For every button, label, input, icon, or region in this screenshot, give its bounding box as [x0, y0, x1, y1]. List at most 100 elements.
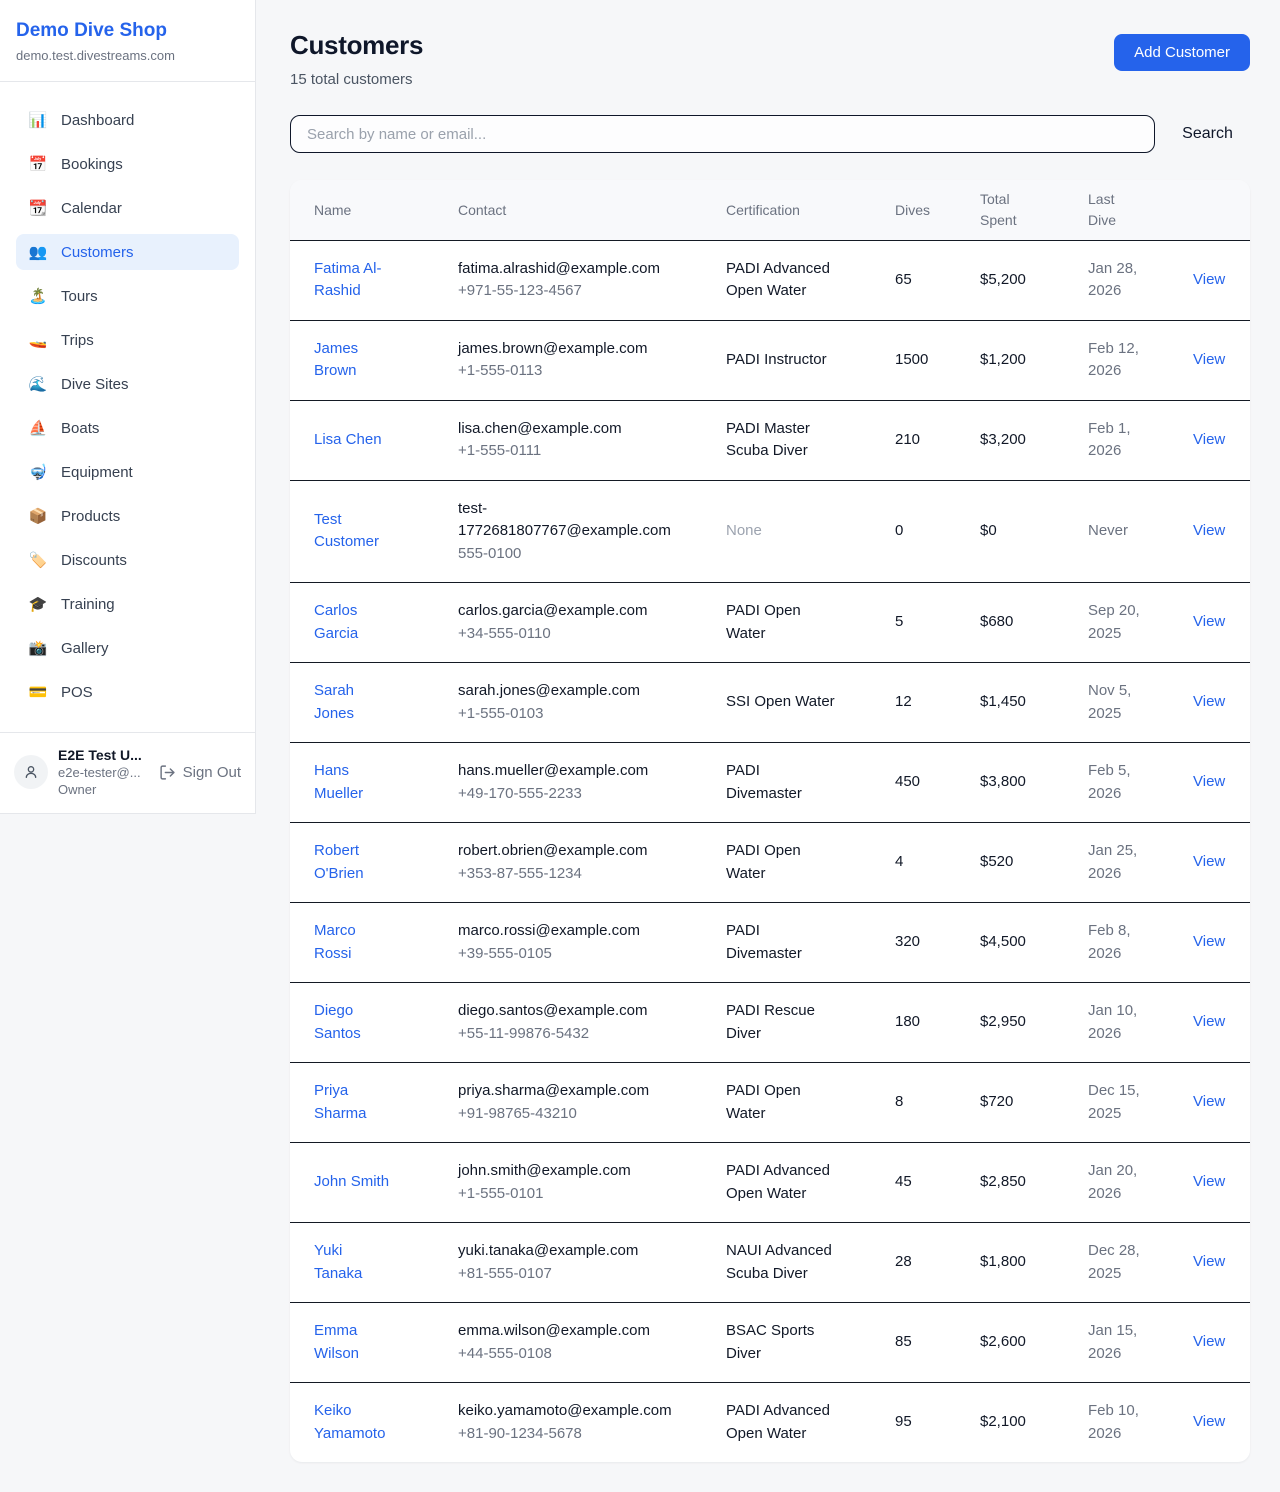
- customer-name-link[interactable]: John Smith: [314, 1173, 389, 1190]
- certification: PADI Advanced Open Water: [726, 260, 830, 300]
- view-link[interactable]: View: [1193, 1093, 1225, 1110]
- customer-phone: +49-170-555-2233: [458, 783, 666, 806]
- customer-phone: +44-555-0108: [458, 1343, 666, 1366]
- last-dive-date: Feb 1, 2026: [1088, 420, 1131, 460]
- customer-name-link[interactable]: Keiko Yamamoto: [314, 1402, 385, 1442]
- search-button[interactable]: Search: [1165, 125, 1250, 143]
- sidebar-item-dashboard[interactable]: 📊 Dashboard: [16, 102, 239, 138]
- certification: PADI Rescue Diver: [726, 1002, 815, 1042]
- page-title: Customers: [290, 30, 423, 61]
- customer-name-link[interactable]: Diego Santos: [314, 1002, 361, 1042]
- add-customer-button[interactable]: Add Customer: [1114, 34, 1250, 71]
- dive-count: 95: [895, 1413, 912, 1430]
- dive-count: 180: [895, 1013, 920, 1030]
- dive-count: 5: [895, 613, 903, 630]
- total-spent: $2,600: [980, 1333, 1026, 1350]
- customer-name-link[interactable]: Carlos Garcia: [314, 602, 358, 642]
- sidebar-item-discounts[interactable]: 🏷️ Discounts: [16, 542, 239, 578]
- view-link[interactable]: View: [1193, 693, 1225, 710]
- customer-phone: +353-87-555-1234: [458, 863, 666, 886]
- page-header: Customers 15 total customers Add Custome…: [290, 30, 1250, 88]
- sidebar-item-label: Gallery: [61, 640, 109, 657]
- sidebar-item-dive-sites[interactable]: 🌊 Dive Sites: [16, 366, 239, 402]
- customer-name-link[interactable]: Lisa Chen: [314, 431, 382, 448]
- sign-out-button[interactable]: Sign Out: [159, 764, 241, 781]
- customer-phone: +81-90-1234-5678: [458, 1423, 666, 1446]
- certification: PADI Instructor: [726, 351, 827, 368]
- certification: NAUI Advanced Scuba Diver: [726, 1242, 832, 1282]
- customer-name-link[interactable]: Sarah Jones: [314, 682, 354, 722]
- customer-name-link[interactable]: Fatima Al-Rashid: [314, 260, 382, 300]
- credit-card-icon: 💳: [28, 685, 48, 700]
- view-link[interactable]: View: [1193, 351, 1225, 368]
- sidebar-item-trips[interactable]: 🚤 Trips: [16, 322, 239, 358]
- sidebar-item-tours[interactable]: 🏝️ Tours: [16, 278, 239, 314]
- customer-email: hans.mueller@example.com: [458, 760, 666, 783]
- customer-name-link[interactable]: Hans Mueller: [314, 762, 363, 802]
- last-dive-date: Dec 15, 2025: [1088, 1082, 1140, 1122]
- logout-icon: [159, 764, 176, 781]
- sidebar-item-gallery[interactable]: 📸 Gallery: [16, 630, 239, 666]
- view-link[interactable]: View: [1193, 431, 1225, 448]
- sidebar-user-section: E2E Test U... e2e-tester@... Owner Sign …: [0, 732, 255, 813]
- customer-email: john.smith@example.com: [458, 1160, 666, 1183]
- customer-count: 15 total customers: [290, 71, 423, 88]
- last-dive-date: Nov 5, 2025: [1088, 682, 1131, 722]
- customer-email: yuki.tanaka@example.com: [458, 1240, 666, 1263]
- table-row: Marco Rossi marco.rossi@example.com +39-…: [290, 903, 1250, 983]
- certification: PADI Divemaster: [726, 762, 802, 802]
- last-dive-date: Feb 12, 2026: [1088, 340, 1139, 380]
- sidebar-nav: 📊 Dashboard 📅 Bookings 📆 Calendar 👥 Cust…: [0, 82, 255, 732]
- view-link[interactable]: View: [1193, 1413, 1225, 1430]
- customer-name-link[interactable]: Emma Wilson: [314, 1322, 359, 1362]
- view-link[interactable]: View: [1193, 522, 1225, 539]
- customer-name-link[interactable]: Test Customer: [314, 511, 379, 551]
- customer-name-link[interactable]: James Brown: [314, 340, 358, 380]
- sidebar-item-products[interactable]: 📦 Products: [16, 498, 239, 534]
- sidebar-item-boats[interactable]: ⛵ Boats: [16, 410, 239, 446]
- dive-count: 0: [895, 522, 903, 539]
- view-link[interactable]: View: [1193, 1253, 1225, 1270]
- speedboat-icon: 🚤: [28, 333, 48, 348]
- search-input[interactable]: [290, 115, 1155, 153]
- view-link[interactable]: View: [1193, 933, 1225, 950]
- sidebar-item-pos[interactable]: 💳 POS: [16, 674, 239, 710]
- certification: PADI Advanced Open Water: [726, 1402, 830, 1442]
- table-row: Hans Mueller hans.mueller@example.com +4…: [290, 743, 1250, 823]
- view-link[interactable]: View: [1193, 853, 1225, 870]
- customer-name-link[interactable]: Marco Rossi: [314, 922, 356, 962]
- sidebar-item-equipment[interactable]: 🤿 Equipment: [16, 454, 239, 490]
- last-dive-date: Feb 8, 2026: [1088, 922, 1131, 962]
- camera-flash-icon: 📸: [28, 641, 48, 656]
- view-link[interactable]: View: [1193, 613, 1225, 630]
- view-link[interactable]: View: [1193, 1333, 1225, 1350]
- total-spent: $720: [980, 1093, 1013, 1110]
- total-spent: $5,200: [980, 271, 1026, 288]
- customer-phone: +1-555-0101: [458, 1183, 666, 1206]
- sidebar-item-customers[interactable]: 👥 Customers: [16, 234, 239, 270]
- avatar: [14, 755, 48, 789]
- shop-domain: demo.test.divestreams.com: [16, 48, 239, 63]
- customer-phone: +55-11-99876-5432: [458, 1023, 666, 1046]
- dive-count: 320: [895, 933, 920, 950]
- shop-title: Demo Dive Shop: [16, 20, 239, 42]
- dive-count: 45: [895, 1173, 912, 1190]
- sidebar-item-label: Dive Sites: [61, 376, 129, 393]
- customer-email: robert.obrien@example.com: [458, 840, 666, 863]
- certification: PADI Open Water: [726, 1082, 801, 1122]
- user-meta: E2E Test U... e2e-tester@... Owner: [58, 747, 149, 797]
- certification: PADI Open Water: [726, 842, 801, 882]
- certification: PADI Open Water: [726, 602, 801, 642]
- dive-count: 85: [895, 1333, 912, 1350]
- customer-name-link[interactable]: Yuki Tanaka: [314, 1242, 362, 1282]
- sidebar-item-training[interactable]: 🎓 Training: [16, 586, 239, 622]
- view-link[interactable]: View: [1193, 271, 1225, 288]
- sidebar-item-calendar[interactable]: 📆 Calendar: [16, 190, 239, 226]
- sidebar-item-bookings[interactable]: 📅 Bookings: [16, 146, 239, 182]
- view-link[interactable]: View: [1193, 773, 1225, 790]
- view-link[interactable]: View: [1193, 1173, 1225, 1190]
- table-row: Carlos Garcia carlos.garcia@example.com …: [290, 583, 1250, 663]
- customer-name-link[interactable]: Robert O'Brien: [314, 842, 364, 882]
- view-link[interactable]: View: [1193, 1013, 1225, 1030]
- customer-name-link[interactable]: Priya Sharma: [314, 1082, 367, 1122]
